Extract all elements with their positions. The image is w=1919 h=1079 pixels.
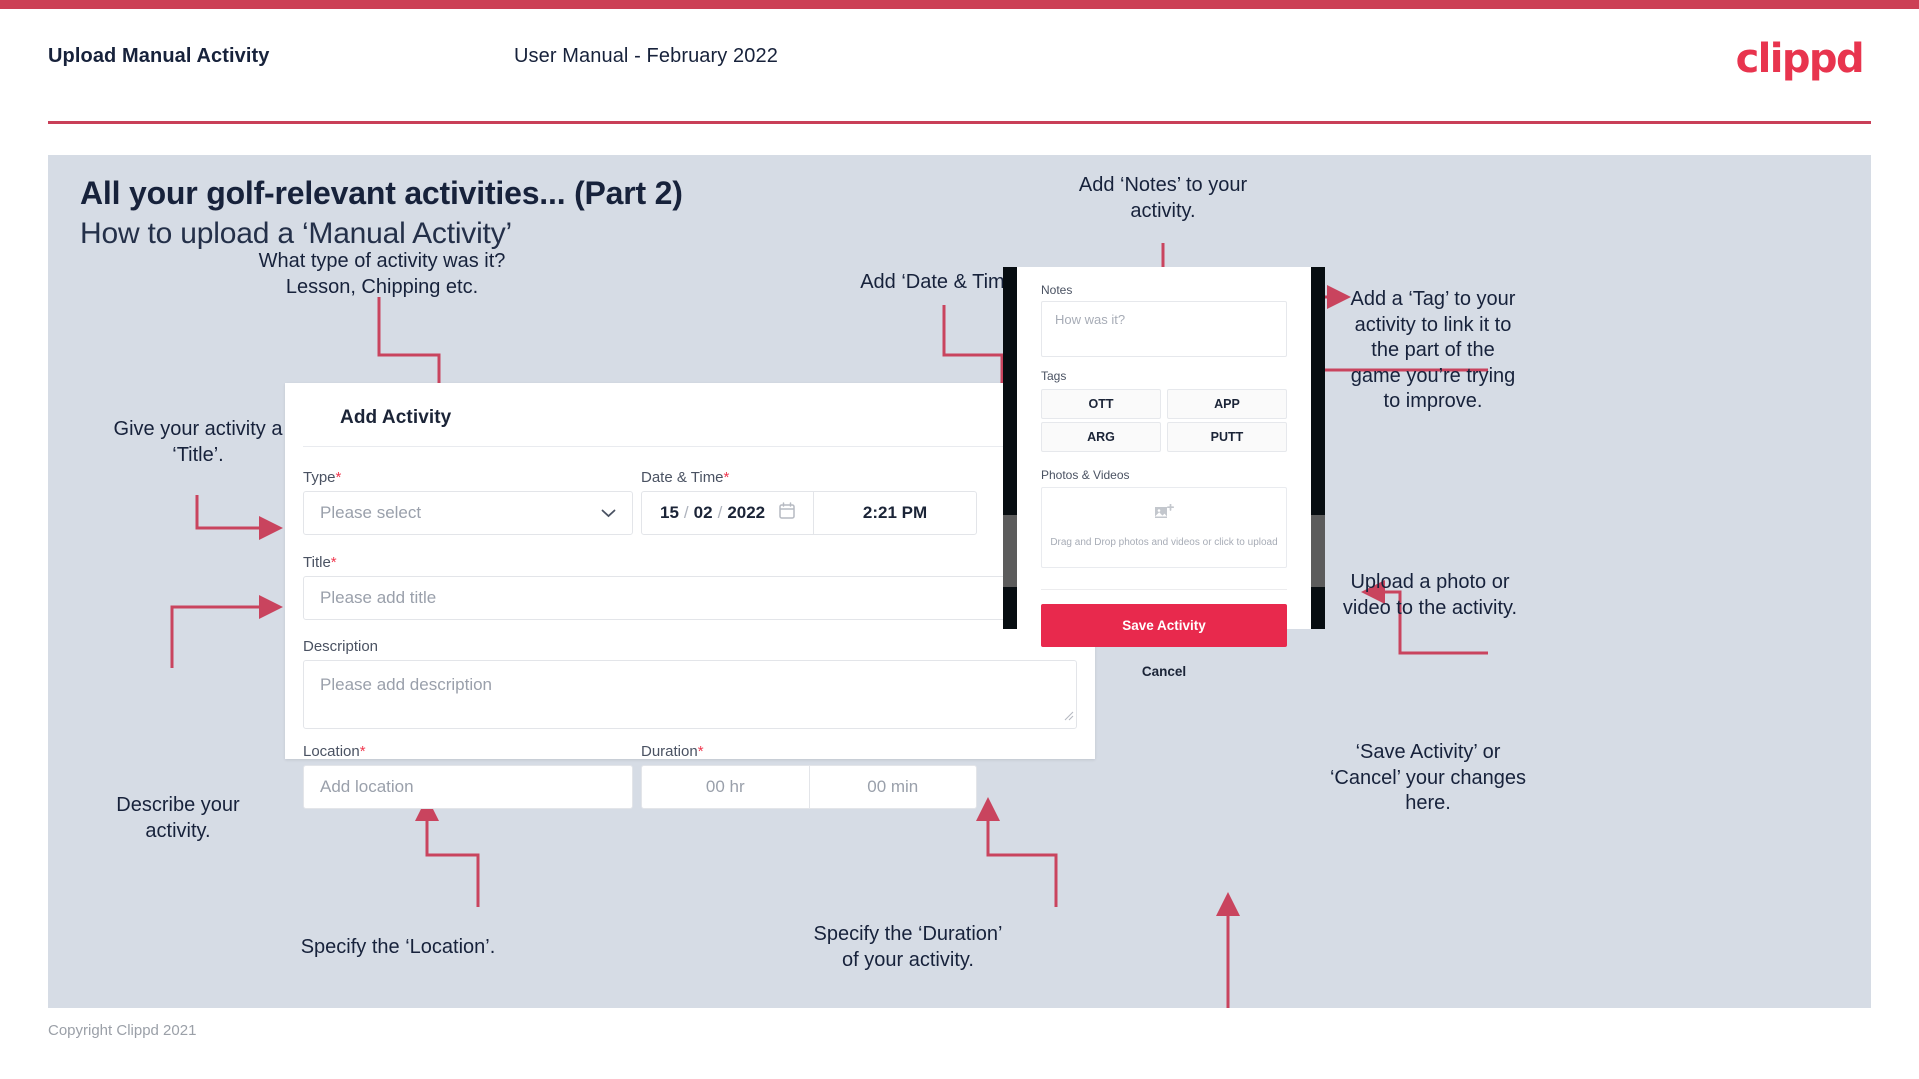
title-label-text: Title — [303, 554, 331, 571]
chevron-down-icon — [601, 503, 616, 523]
header-divider — [48, 121, 1871, 124]
resize-grip-icon[interactable] — [1063, 706, 1074, 726]
date-day: 15 — [660, 503, 679, 522]
note-duration: Specify the ‘Duration’ of your activity. — [813, 923, 1003, 971]
phone-bezel-left — [1003, 267, 1017, 629]
phone-media-hint: Drag and Drop photos and videos or click… — [1050, 537, 1278, 549]
note-type: What type of activity was it? Lesson, Chi… — [258, 250, 506, 298]
phone-mockup: Notes How was it? Tags OTT APP ARG PUTT … — [1003, 267, 1325, 679]
datetime-field[interactable]: 15 / 02 / 2022 2:21 PM — [641, 491, 977, 535]
clippd-logo: clippd — [1735, 36, 1865, 82]
phone-tag-putt[interactable]: PUTT — [1167, 422, 1287, 452]
date-month: 02 — [693, 503, 713, 522]
add-image-icon — [1154, 503, 1175, 527]
calendar-icon[interactable] — [779, 502, 795, 524]
phone-bezel-right-accent — [1311, 515, 1325, 587]
phone-tag-ott[interactable]: OTT — [1041, 389, 1161, 419]
phone-bezel-right — [1311, 267, 1325, 629]
phone-screen: Notes How was it? Tags OTT APP ARG PUTT … — [1017, 267, 1311, 679]
datetime-required-star: * — [723, 469, 730, 486]
location-required-star: * — [359, 743, 366, 760]
page-subtitle: How to upload a ‘Manual Activity’ — [80, 217, 512, 250]
slide-root: Upload Manual Activity User Manual - Feb… — [0, 0, 1919, 1079]
duration-hours-input[interactable]: 00 hr — [642, 766, 810, 808]
phone-media-dropzone[interactable]: Drag and Drop photos and videos or click… — [1041, 487, 1287, 568]
dialog-divider — [303, 446, 1077, 447]
type-select[interactable]: Please select — [303, 491, 633, 535]
copyright-text: Copyright Clippd 2021 — [48, 1022, 197, 1039]
add-activity-dialog: Add Activity Type* Please select Date & … — [285, 383, 1095, 809]
datetime-label-text: Date & Time — [641, 469, 724, 486]
type-select-value: Please select — [320, 503, 422, 522]
note-location: Specify the ‘Location’. — [300, 936, 496, 958]
duration-label-text: Duration — [641, 743, 698, 760]
header-title: Upload Manual Activity — [48, 45, 270, 67]
description-input-placeholder: Please add description — [320, 675, 493, 694]
location-label: Location* — [303, 743, 366, 760]
phone-bezel-left-accent — [1003, 515, 1017, 587]
header-subtitle: User Manual - February 2022 — [514, 45, 778, 67]
dialog-title: Add Activity — [340, 407, 452, 428]
duration-field[interactable]: 00 hr 00 min — [641, 765, 977, 809]
type-label-text: Type — [303, 469, 336, 486]
phone-tag-app[interactable]: APP — [1167, 389, 1287, 419]
description-label-text: Description — [303, 638, 379, 655]
location-label-text: Location — [303, 743, 360, 760]
phone-tags-label: Tags — [1041, 369, 1067, 383]
location-input[interactable]: Add location — [303, 765, 633, 809]
cancel-button[interactable]: Cancel — [1041, 657, 1287, 685]
note-description: Describe your activity. — [116, 794, 240, 842]
note-tags: Add a ‘Tag’ to your activity to link it t… — [1350, 288, 1516, 413]
title-label: Title* — [303, 554, 337, 571]
save-activity-button[interactable]: Save Activity — [1041, 604, 1287, 647]
duration-minutes-input[interactable]: 00 min — [810, 766, 977, 808]
note-upload: Upload a photo or video to the activity. — [1342, 571, 1518, 619]
description-label: Description — [303, 638, 378, 655]
type-label: Type* — [303, 469, 341, 486]
title-input[interactable]: Please add title — [303, 576, 1077, 620]
datetime-label: Date & Time* — [641, 469, 729, 486]
phone-tag-arg[interactable]: ARG — [1041, 422, 1161, 452]
date-year: 2022 — [727, 503, 766, 522]
date-sep-1: / — [683, 503, 689, 522]
title-input-placeholder: Please add title — [320, 588, 437, 607]
phone-media-label: Photos & Videos — [1041, 468, 1130, 482]
time-input[interactable]: 2:21 PM — [814, 492, 976, 534]
description-input[interactable]: Please add description — [303, 660, 1077, 729]
note-notes-field: Add ‘Notes’ to your activity. — [1078, 174, 1248, 222]
slide-panel: All your golf-relevant activities... (Pa… — [48, 155, 1871, 1008]
duration-label: Duration* — [641, 743, 704, 760]
location-input-placeholder: Add location — [320, 777, 414, 796]
date-input[interactable]: 15 / 02 / 2022 — [642, 492, 814, 534]
type-required-star: * — [335, 469, 342, 486]
date-sep-2: / — [717, 503, 723, 522]
top-accent-bar — [0, 0, 1919, 9]
phone-notes-label: Notes — [1041, 283, 1073, 297]
phone-divider — [1041, 589, 1287, 590]
note-save-cancel: ‘Save Activity’ or ‘Cancel’ your changes h… — [1329, 741, 1527, 815]
phone-notes-input[interactable]: How was it? — [1041, 301, 1287, 357]
page-title: All your golf-relevant activities... (Pa… — [80, 175, 683, 211]
phone-notes-placeholder: How was it? — [1055, 312, 1126, 327]
duration-required-star: * — [697, 743, 704, 760]
title-required-star: * — [330, 554, 337, 571]
